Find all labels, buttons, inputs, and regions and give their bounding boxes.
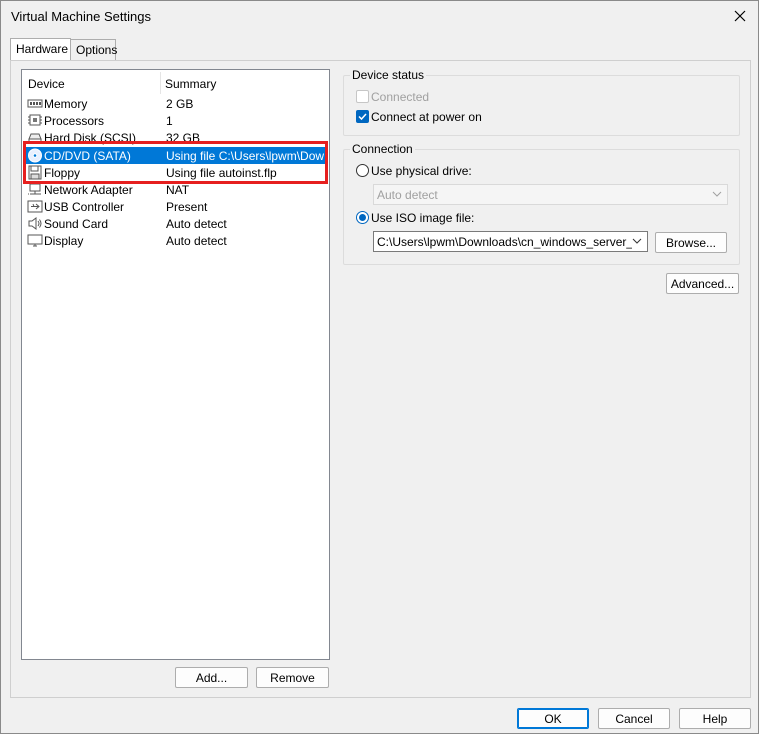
window-title: Virtual Machine Settings: [11, 9, 151, 24]
device-name: Sound Card: [44, 217, 109, 231]
device-row-sound-card[interactable]: Sound Card Auto detect: [24, 215, 328, 232]
title-bar: Virtual Machine Settings: [1, 1, 758, 32]
device-status-title: Device status: [350, 68, 427, 82]
device-summary: Auto detect: [166, 217, 227, 231]
device-row-cd-dvd[interactable]: CD/DVD (SATA) Using file C:\Users\lpwm\D…: [24, 147, 328, 164]
device-status-group: Device status: [343, 68, 740, 136]
iso-image-path-value: C:\Users\lpwm\Downloads\cn_windows_serve…: [377, 235, 632, 249]
add-button[interactable]: Add...: [175, 667, 248, 688]
memory-icon: [27, 99, 43, 108]
iso-image-path-combo[interactable]: C:\Users\lpwm\Downloads\cn_windows_serve…: [373, 231, 648, 252]
use-physical-drive-label: Use physical drive:: [371, 164, 472, 178]
tab-options-label: Options: [76, 43, 118, 57]
use-iso-image-radio[interactable]: [356, 211, 369, 224]
device-name: Network Adapter: [44, 183, 133, 197]
help-button[interactable]: Help: [679, 708, 751, 729]
sound-card-icon: [28, 217, 42, 230]
close-button[interactable]: [726, 3, 754, 29]
device-row-network-adapter[interactable]: Network Adapter NAT: [24, 181, 328, 198]
device-row-hard-disk[interactable]: Hard Disk (SCSI) 32 GB: [24, 129, 328, 146]
ok-button[interactable]: OK: [517, 708, 589, 729]
device-name: Display: [44, 234, 84, 248]
connect-at-power-on-label: Connect at power on: [371, 110, 482, 124]
device-summary: 32 GB: [166, 131, 201, 145]
device-summary: Using file C:\Users\lpwm\Dow...: [166, 149, 324, 163]
tab-options[interactable]: Options: [70, 39, 118, 60]
cancel-button[interactable]: Cancel: [598, 708, 670, 729]
device-summary: Present: [166, 200, 208, 214]
device-name: Floppy: [44, 166, 81, 180]
physical-drive-select[interactable]: Auto detect: [373, 184, 728, 205]
close-icon: [734, 10, 746, 22]
tab-hardware-label: Hardware: [16, 42, 69, 56]
tab-hardware[interactable]: Hardware: [10, 38, 71, 60]
column-header-device[interactable]: Device: [28, 77, 65, 91]
cd-dvd-icon: [28, 148, 42, 163]
remove-button[interactable]: Remove: [256, 667, 329, 688]
chevron-down-icon: [632, 238, 642, 244]
device-name: Processors: [44, 114, 105, 128]
browse-button[interactable]: Browse...: [655, 232, 727, 253]
device-row-processors[interactable]: Processors 1: [24, 112, 328, 129]
column-separator[interactable]: [160, 72, 161, 94]
device-row-usb-controller[interactable]: USB Controller Present: [24, 198, 328, 215]
device-name: CD/DVD (SATA): [44, 149, 131, 163]
device-summary: Using file autoinst.flp: [166, 166, 277, 180]
vm-settings-dialog: Virtual Machine Settings Hardware Option…: [0, 0, 759, 734]
device-name: Hard Disk (SCSI): [44, 131, 137, 145]
device-summary: 2 GB: [166, 97, 194, 111]
display-icon: [27, 234, 43, 247]
device-summary: NAT: [166, 183, 190, 197]
use-physical-drive-radio[interactable]: [356, 164, 369, 177]
physical-drive-value: Auto detect: [377, 188, 438, 202]
connect-at-power-on-checkbox[interactable]: [356, 110, 369, 123]
processor-icon: [28, 114, 42, 126]
connection-title: Connection: [350, 142, 415, 156]
device-row-memory[interactable]: Memory 2 GB: [24, 95, 328, 112]
device-row-floppy[interactable]: Floppy Using file autoinst.flp: [24, 164, 328, 181]
connected-checkbox[interactable]: [356, 90, 369, 103]
network-adapter-icon: [28, 183, 42, 195]
device-list[interactable]: Device Summary Memory 2 GB Processors 1: [21, 69, 330, 660]
device-name: Memory: [44, 97, 88, 111]
use-iso-image-label: Use ISO image file:: [371, 211, 475, 225]
advanced-button[interactable]: Advanced...: [666, 273, 739, 294]
usb-icon: [27, 200, 43, 213]
floppy-icon: [28, 165, 42, 180]
device-row-display[interactable]: Display Auto detect: [24, 232, 328, 249]
connected-label: Connected: [371, 90, 430, 104]
list-header: Device Summary: [22, 70, 329, 95]
hard-disk-icon: [28, 133, 42, 144]
chevron-down-icon: [712, 191, 722, 197]
device-summary: Auto detect: [166, 234, 227, 248]
device-summary: 1: [166, 114, 173, 128]
checkmark-icon: [358, 113, 367, 121]
column-header-summary[interactable]: Summary: [165, 77, 216, 91]
device-name: USB Controller: [44, 200, 125, 214]
